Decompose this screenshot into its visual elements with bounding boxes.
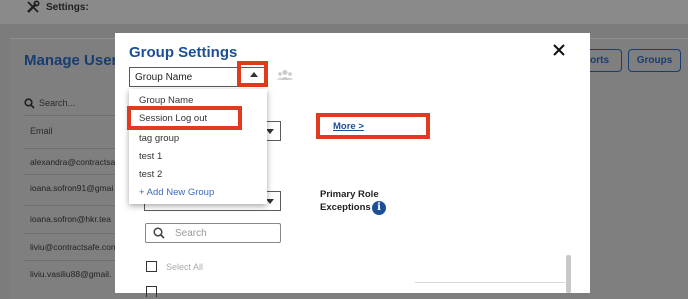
- search-input[interactable]: Search: [145, 223, 281, 243]
- settings-label: Settings:: [46, 1, 89, 13]
- search-placeholder: Search: [175, 227, 207, 239]
- chevron-down-icon: [266, 199, 274, 204]
- close-icon[interactable]: [552, 43, 566, 57]
- modal-title: Group Settings: [129, 44, 238, 61]
- highlight-box-arrow: [237, 61, 268, 87]
- user-search-placeholder: Search...: [39, 98, 76, 108]
- dropdown-item-group-name[interactable]: Group Name: [139, 95, 193, 106]
- info-icon[interactable]: i: [372, 201, 386, 215]
- select-all-checkbox[interactable]: [146, 261, 157, 272]
- highlight-box-session: [127, 106, 242, 130]
- groups-button[interactable]: Groups: [628, 49, 681, 72]
- search-icon: [153, 227, 165, 239]
- top-bar: [0, 0, 688, 24]
- dropdown-item-test-2[interactable]: test 2: [139, 169, 162, 180]
- tools-icon: [27, 0, 40, 13]
- add-new-group-link[interactable]: + Add New Group: [139, 187, 214, 198]
- group-select-value: Group Name: [135, 71, 193, 83]
- column-header-email: Email: [30, 126, 53, 136]
- scrollbar[interactable]: [566, 255, 571, 293]
- divider: [415, 282, 565, 283]
- settings-header: Settings:: [26, 0, 89, 14]
- select-all-label: Select All: [166, 262, 204, 272]
- page-title: Manage Users: [24, 52, 126, 69]
- chevron-down-icon: [266, 129, 274, 134]
- dropdown-item-test-1[interactable]: test 1: [139, 151, 162, 162]
- search-icon: [24, 97, 35, 109]
- group-settings-modal: Group Settings Group Name More > Primary…: [115, 33, 590, 297]
- user-search-input[interactable]: Search...: [24, 93, 124, 113]
- users-group-icon[interactable]: [277, 69, 293, 81]
- dropdown-item-tag-group[interactable]: tag group: [139, 133, 179, 144]
- highlight-box-more: [316, 113, 430, 139]
